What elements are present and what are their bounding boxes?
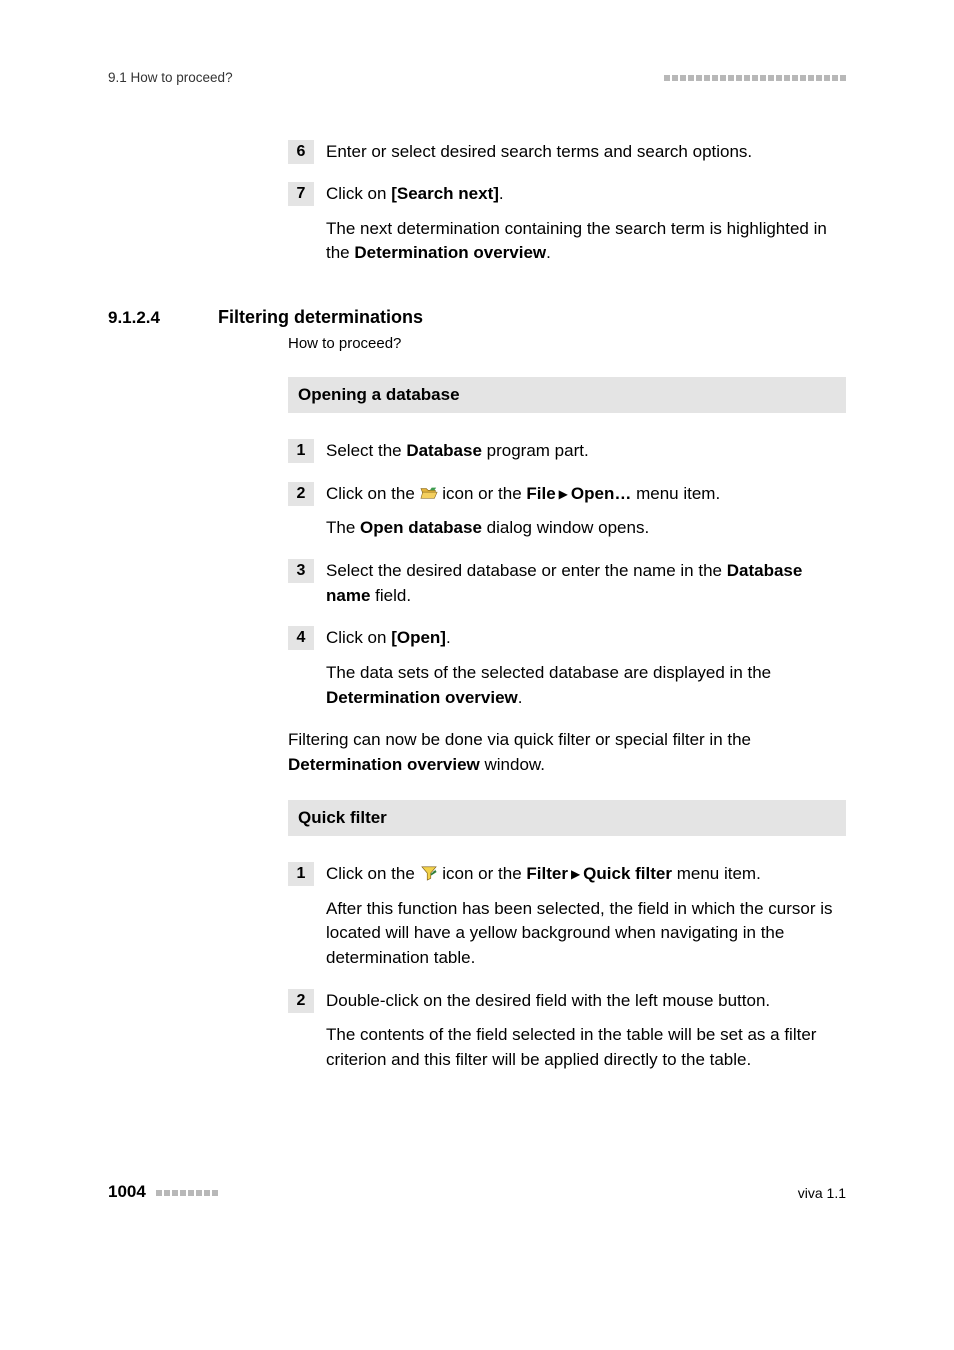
procedure-title: Opening a database	[288, 377, 846, 414]
step: 1 Click on the icon or the Filter▶Quick f…	[288, 862, 846, 971]
header-section-path: 9.1 How to proceed?	[108, 68, 233, 88]
step-text: Select the Database program part.	[326, 439, 846, 464]
page-footer: 1004 viva 1.1	[108, 1180, 846, 1205]
procedure-title: Quick filter	[288, 800, 846, 837]
step-text: Enter or select desired search terms and…	[326, 140, 846, 165]
step-text: After this function has been selected, t…	[326, 897, 846, 971]
transition-text: Filtering can now be done via quick filt…	[288, 728, 846, 777]
folder-open-icon	[420, 485, 438, 501]
header-ornament	[664, 75, 846, 81]
step-number: 6	[288, 140, 314, 164]
menu-separator-icon: ▶	[556, 487, 571, 501]
procedure-steps: 1 Click on the icon or the Filter▶Quick f…	[288, 862, 846, 1072]
step-body: Select the Database program part.	[326, 439, 846, 464]
step-number: 3	[288, 559, 314, 583]
step-number: 4	[288, 626, 314, 650]
page-number: 1004	[108, 1180, 146, 1205]
step-text: Double-click on the desired field with t…	[326, 989, 846, 1014]
section-heading: 9.1.2.4 Filtering determinations	[108, 304, 846, 331]
transition-paragraph: Filtering can now be done via quick filt…	[288, 728, 846, 777]
step-text: Select the desired database or enter the…	[326, 559, 846, 608]
procedure-steps: 1 Select the Database program part. 2 Click…	[288, 439, 846, 710]
procedure-quick-filter: Quick filter 1 Click on the icon or the F…	[288, 800, 846, 1073]
funnel-filter-icon	[420, 865, 438, 881]
step: 3 Select the desired database or enter th…	[288, 559, 846, 608]
step: 7 Click on [Search next]. The next determi…	[288, 182, 846, 266]
step-number: 1	[288, 439, 314, 463]
step-text: Click on the icon or the Filter▶Quick fi…	[326, 862, 846, 887]
step-text: Click on [Search next].	[326, 182, 846, 207]
step-body: Click on [Open]. The data sets of the sel…	[326, 626, 846, 710]
step-body: Click on [Search next]. The next determin…	[326, 182, 846, 266]
step-body: Select the desired database or enter the…	[326, 559, 846, 608]
running-header: 9.1 How to proceed?	[108, 68, 846, 88]
step: 2 Double-click on the desired field with …	[288, 989, 846, 1073]
step: 4 Click on [Open]. The data sets of the se…	[288, 626, 846, 710]
continuation-steps: 6 Enter or select desired search terms an…	[288, 140, 846, 267]
step-body: Click on the icon or the File▶Open… menu…	[326, 482, 846, 541]
step-text: The data sets of the selected database a…	[326, 661, 846, 710]
step-text: The Open database dialog window opens.	[326, 516, 846, 541]
procedure-opening-database: Opening a database 1 Select the Database …	[288, 377, 846, 711]
step-body: Enter or select desired search terms and…	[326, 140, 846, 165]
step-text: Click on the icon or the File▶Open… menu…	[326, 482, 846, 507]
step: 2 Click on the icon or the File▶Open… men…	[288, 482, 846, 541]
step-text: Click on [Open].	[326, 626, 846, 651]
step-number: 1	[288, 862, 314, 886]
step-body: Double-click on the desired field with t…	[326, 989, 846, 1073]
step: 1 Select the Database program part.	[288, 439, 846, 464]
step-body: Click on the icon or the Filter▶Quick fi…	[326, 862, 846, 971]
section-title: Filtering determinations	[218, 304, 423, 330]
step-text: The next determination containing the se…	[326, 217, 846, 266]
step: 6 Enter or select desired search terms an…	[288, 140, 846, 165]
step-number: 7	[288, 182, 314, 206]
section-number: 9.1.2.4	[108, 306, 218, 331]
step-text: The contents of the field selected in th…	[326, 1023, 846, 1072]
step-number: 2	[288, 989, 314, 1013]
section-subtitle: How to proceed?	[288, 333, 846, 355]
page: 9.1 How to proceed? 6 Enter or select des…	[0, 0, 954, 1350]
footer-ornament	[156, 1190, 218, 1196]
menu-separator-icon: ▶	[568, 867, 583, 881]
footer-product: viva 1.1	[798, 1183, 846, 1203]
step-number: 2	[288, 482, 314, 506]
